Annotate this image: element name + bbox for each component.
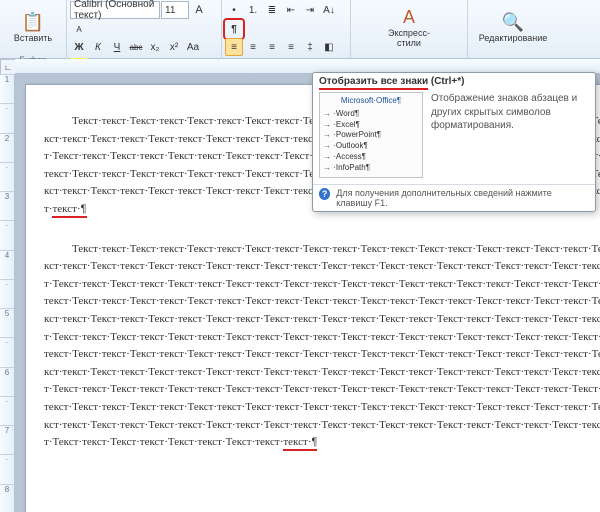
increase-indent-button[interactable]: ⇥: [301, 1, 319, 19]
subscript-button[interactable]: x₂: [146, 38, 164, 56]
numbering-button[interactable]: 1.: [244, 1, 262, 19]
align-right-button[interactable]: ≡: [263, 38, 281, 56]
superscript-button[interactable]: x²: [165, 38, 183, 56]
find-icon: 🔍: [502, 12, 524, 34]
tooltip-art-title: Microsoft·Office¶: [323, 96, 419, 107]
align-justify-button[interactable]: ≡: [282, 38, 300, 56]
paste-icon: 📋: [22, 12, 44, 34]
paste-button[interactable]: 📋 Вставить: [6, 1, 60, 55]
italic-button[interactable]: К: [89, 38, 107, 56]
tooltip-description: Отображение знаков абзацев и других скры…: [431, 92, 589, 178]
line-spacing-button[interactable]: ‡: [301, 38, 319, 56]
help-icon: ?: [319, 188, 330, 200]
font-size-combo[interactable]: 11: [161, 1, 189, 19]
sort-button[interactable]: A↓: [320, 1, 338, 19]
grow-font-button[interactable]: A: [190, 1, 208, 19]
tooltip-artwork: Microsoft·Office¶ ·Word¶·Excel¶·PowerPoi…: [319, 92, 423, 178]
editing-button[interactable]: 🔍 Редактирование: [471, 1, 555, 55]
paragraph-2[interactable]: Текст·текст·Текст·текст·Текст·текст·Текс…: [44, 241, 600, 452]
ruler-corner[interactable]: ∟: [0, 59, 16, 75]
editing-label: Редактирование: [479, 34, 548, 44]
bullets-button[interactable]: •: [225, 1, 243, 19]
tooltip: Отобразить все знаки (Ctrl+*) Microsoft·…: [312, 72, 596, 212]
font-name-combo[interactable]: Calibri (Основной текст): [70, 1, 160, 19]
tooltip-help-text: Для получения дополнительных сведений на…: [336, 188, 589, 208]
bold-button[interactable]: Ж: [70, 38, 88, 56]
strike-button[interactable]: abc: [127, 38, 145, 56]
quick-styles-label: Экспресс-стили: [384, 29, 434, 49]
align-center-button[interactable]: ≡: [244, 38, 262, 56]
underline-button[interactable]: Ч: [108, 38, 126, 56]
decrease-indent-button[interactable]: ⇤: [282, 1, 300, 19]
align-left-button[interactable]: ≡: [225, 38, 243, 56]
show-marks-button[interactable]: ¶: [225, 20, 243, 38]
tooltip-shortcut: (Ctrl+*): [431, 76, 465, 87]
tooltip-title: Отобразить все знаки: [319, 76, 428, 90]
quick-styles-button[interactable]: A Экспресс-стили: [381, 1, 437, 55]
paste-label: Вставить: [14, 34, 52, 44]
shrink-font-button[interactable]: A: [70, 20, 88, 38]
shading-button[interactable]: ◧: [320, 38, 338, 56]
vertical-ruler[interactable]: 1·2·3·4·5·6·7·8: [0, 74, 15, 512]
quick-styles-icon: A: [403, 7, 415, 29]
change-case-button[interactable]: Aa: [184, 38, 202, 56]
multilevel-button[interactable]: ≣: [263, 1, 281, 19]
